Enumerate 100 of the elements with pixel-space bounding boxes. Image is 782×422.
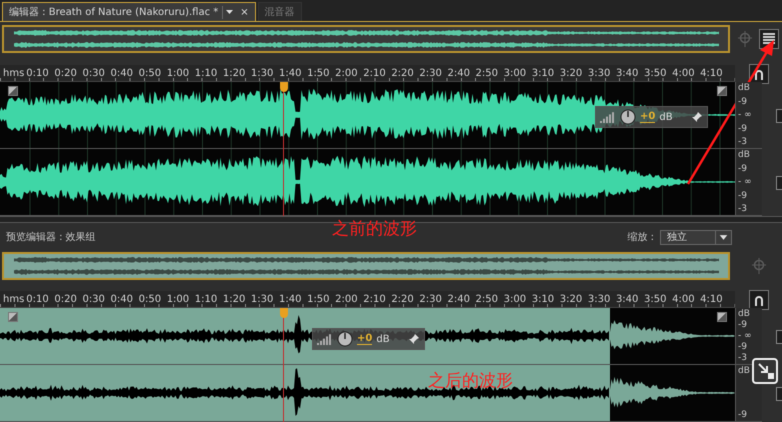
snap-button[interactable] (748, 290, 768, 310)
pin-icon[interactable] (408, 333, 420, 345)
time-label: 1:20 (222, 68, 246, 79)
time-label: 3:50 (644, 294, 666, 305)
time-label: 4:10 (700, 68, 723, 79)
shrink-button[interactable] (752, 358, 778, 384)
time-label: 2:50 (476, 68, 498, 79)
time-label: 2:20 (391, 68, 414, 79)
time-label: 3:40 (616, 68, 638, 79)
volume-hud[interactable]: +0 dB (595, 106, 708, 128)
time-label: 0:10 (26, 68, 49, 79)
time-label: 1:30 (250, 68, 274, 79)
caret-icon (226, 10, 234, 14)
zoom-dropdown[interactable]: 独立 (660, 230, 732, 244)
time-label: 0:30 (82, 68, 105, 79)
time-label: 0:40 (110, 294, 133, 305)
channel-button[interactable] (776, 330, 782, 344)
magnet-icon (752, 68, 764, 80)
level-bars-icon (600, 111, 616, 123)
time-label: 2:40 (447, 68, 470, 79)
time-label: 0:50 (138, 294, 162, 305)
gain-value[interactable]: +0 (640, 111, 656, 123)
time-label: 4:00 (672, 68, 695, 79)
time-ruler[interactable]: hms 0:10 0:20 0:30 0:40 0:50 1:00 1:10 1:20 1:30 1:40 1:50 2:00 2:10 2:20 2:30 2:40 2:50 3:00 3:10 3:20 3:30 3:40 3:50 4:00 4:10 (0, 65, 735, 82)
time-label: 1:40 (279, 68, 302, 79)
zoom-label: 缩放 : (627, 230, 654, 244)
time-label: 3:00 (504, 294, 526, 305)
gain-unit: dB (659, 112, 673, 122)
time-label: 3:30 (588, 68, 610, 79)
playhead-marker[interactable] (280, 82, 288, 92)
db-scale-label: -9 (738, 164, 748, 174)
time-label: 4:10 (700, 294, 723, 305)
corner-handle-icon[interactable] (8, 312, 18, 322)
time-label: 0:20 (54, 68, 77, 79)
channel-button[interactable] (776, 108, 782, 122)
time-label: 2:10 (363, 68, 386, 79)
time-label: 1:10 (194, 294, 218, 305)
time-label: 2:20 (391, 294, 414, 305)
time-label: 3:20 (560, 294, 582, 305)
db-scale-label: dB (738, 83, 751, 93)
knob-icon[interactable] (620, 109, 636, 125)
time-label: 1:40 (279, 294, 302, 305)
time-label: 1:30 (250, 294, 274, 305)
corner-handle-icon[interactable] (717, 312, 727, 322)
time-label: 3:50 (644, 68, 666, 79)
time-label: 2:30 (419, 68, 442, 79)
db-scale-label: -9 (738, 190, 748, 200)
time-label: 0:50 (138, 68, 162, 79)
channel-button[interactable] (776, 176, 782, 190)
time-label: 2:30 (419, 294, 442, 305)
time-label: 0:30 (82, 294, 105, 305)
db-scale-label: -9 (738, 320, 748, 330)
time-label: 3:00 (504, 68, 526, 79)
db-scale-label: -3 (738, 204, 748, 214)
time-label: 1:50 (307, 68, 330, 79)
db-scale-label: dB (738, 309, 751, 319)
gain-value[interactable]: +0 (357, 333, 372, 345)
time-label: 1:20 (222, 294, 246, 305)
level-bars-icon (317, 333, 333, 345)
db-scale-label: - ∞ (738, 110, 753, 120)
time-label: 0:20 (54, 294, 77, 305)
time-label: 2:00 (335, 68, 358, 79)
db-scale-label: -9 (738, 410, 748, 420)
time-ruler[interactable]: hms 0:10 0:20 0:30 0:40 0:50 1:00 1:10 1:20 1:30 1:40 1:50 2:00 2:10 2:20 2:30 2:40 2:50 3:00 3:10 3:20 3:30 3:40 3:50 4:00 4:10 (0, 291, 735, 308)
time-label: 3:30 (588, 294, 610, 305)
db-scale-label: -3 (738, 353, 748, 363)
time-label: 1:00 (166, 68, 190, 79)
time-label: 1:50 (307, 294, 330, 305)
time-label: 4:00 (672, 294, 695, 305)
time-label: 3:40 (616, 294, 638, 305)
corner-handle-icon[interactable] (8, 86, 18, 96)
db-scale-label: dB (738, 150, 751, 160)
db-scale-label: - ∞ (738, 331, 753, 341)
gain-unit: dB (376, 334, 390, 344)
channel-button[interactable] (776, 386, 782, 400)
list-icon (762, 33, 775, 45)
volume-hud[interactable]: +0 dB (312, 328, 425, 350)
magnet-icon (752, 294, 764, 306)
editor-tab[interactable]: 编辑器 : Breath of Nature (Nakoruru).flac * × (2, 2, 256, 21)
time-label: 2:10 (363, 294, 386, 305)
annotation-label: 之后的波形 (428, 370, 513, 392)
preview-title: 预览编辑器 : 效果组 (6, 230, 96, 244)
ruler-unit: hms (3, 68, 24, 79)
annotation-label: 之前的波形 (332, 218, 417, 240)
time-label: 2:00 (335, 294, 358, 305)
knob-icon[interactable] (337, 331, 353, 347)
time-label: 0:10 (26, 294, 49, 305)
time-label: 1:10 (194, 68, 218, 79)
playhead-marker[interactable] (280, 308, 288, 318)
close-icon[interactable]: × (240, 6, 249, 18)
pin-icon[interactable] (690, 111, 703, 123)
db-scale-label: -3 (738, 137, 748, 147)
time-label: 0:40 (110, 68, 133, 79)
corner-handle-icon[interactable] (717, 86, 727, 96)
time-label: 2:50 (476, 294, 498, 305)
time-label: 3:10 (532, 294, 554, 305)
arrow-icon (756, 360, 774, 378)
time-label: 2:40 (447, 294, 470, 305)
db-scale-label: - ∞ (738, 177, 753, 187)
db-scale-label: -9 (738, 124, 748, 134)
